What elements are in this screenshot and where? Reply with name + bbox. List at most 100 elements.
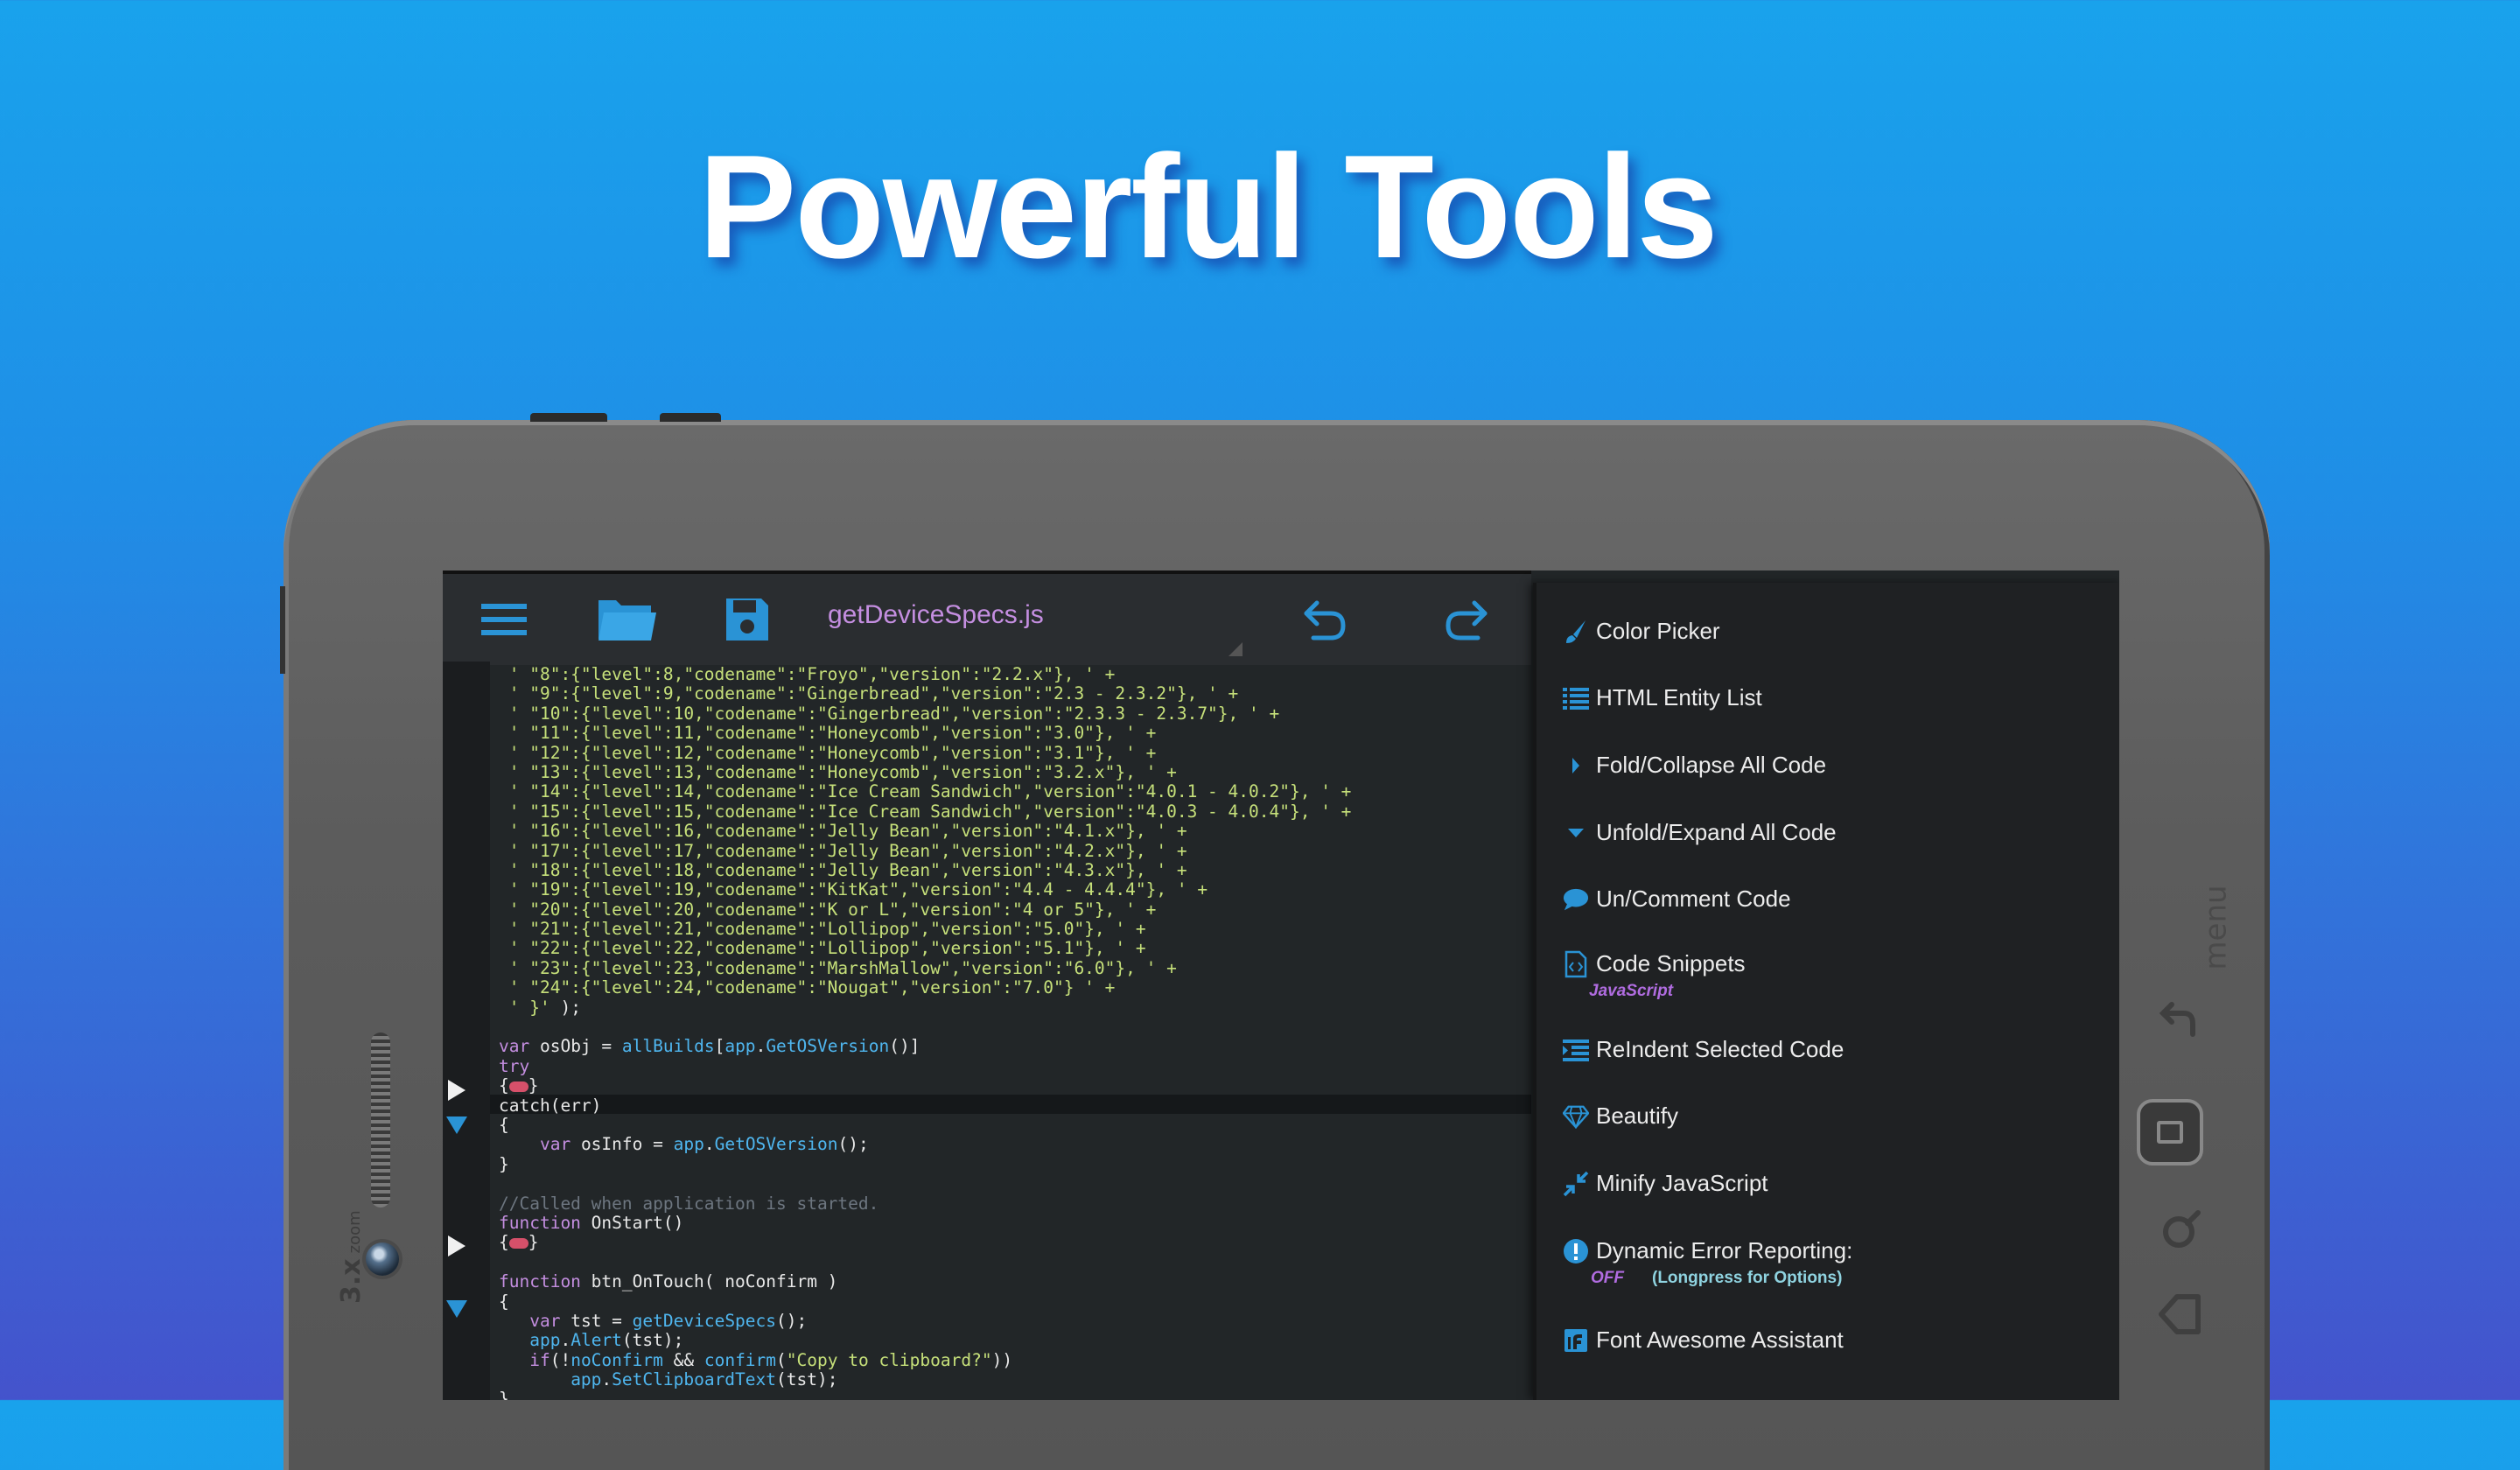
code-line: } [499,1154,1531,1174]
snippet-language-label: JavaScript [1589,982,1674,1000]
code-token: ' }' [499,997,561,1018]
menu-item-reindent-selected-code[interactable]: ReIndent Selected Code [1563,1036,1844,1063]
code-token: { [499,1114,509,1135]
info-circle-icon [1563,1238,1589,1264]
menu-item-label: Un/Comment Code [1596,886,1791,912]
code-token: ' "15":{"level":15,"codename":"Ice Cream… [499,801,1352,822]
save-icon[interactable] [723,592,772,648]
code-editor[interactable]: ' "8":{"level":8,"codename":"Froyo","ver… [499,664,1531,1400]
undo-icon[interactable] [1298,592,1351,648]
code-token: confirm [704,1349,777,1370]
code-token: app [673,1134,704,1155]
home-square-icon [2157,1121,2183,1144]
code-token: ); [560,997,581,1018]
editor-gutter [443,662,490,1400]
back-arrow-nav-icon[interactable] [2156,1290,2205,1339]
menu-item-code-snippets[interactable]: Code Snippets [1563,950,1746,977]
menu-item-un-comment-code[interactable]: Un/Comment Code [1563,886,1791,913]
longpress-hint: (Longpress for Options) [1652,1269,1843,1287]
dropdown-corner-icon [1228,642,1242,656]
code-token: "Copy to clipboard?" [786,1349,992,1370]
back-nav-icon[interactable] [2156,998,2200,1041]
code-token: { [499,1291,509,1312]
fold-expanded-icon[interactable] [444,1113,469,1138]
code-token: (); [776,1310,808,1331]
zoom-label: 3.x zoom [336,1210,367,1304]
hamburger-menu-icon[interactable] [478,592,530,648]
code-token: var [539,1134,571,1155]
code-token: ' "10":{"level":10,"codename":"Gingerbre… [499,703,1280,724]
folder-svg [598,600,656,640]
search-nav-icon[interactable] [2154,1208,2203,1256]
code-line: catch(err) [499,1096,1531,1116]
menu-item-html-entity-list[interactable]: HTML Entity List [1563,684,1762,711]
code-line: } [499,1390,1531,1400]
editor-toolbar: getDeviceSpecs.js [443,570,1531,665]
code-line: { [499,1114,1531,1135]
fold-collapsed-icon[interactable] [444,1078,469,1102]
redo-icon[interactable] [1440,592,1493,648]
menu-item-label: Font Awesome Assistant [1596,1326,1844,1353]
code-token: { [499,1075,509,1096]
hardware-menu-label[interactable]: menu [2199,885,2234,970]
code-token: function [499,1212,581,1233]
code-token: function [499,1271,581,1292]
menu-item-label: ReIndent Selected Code [1596,1036,1844,1062]
code-token: (tst); [776,1369,838,1390]
headline: Powerful Tools [698,124,1718,289]
code-token: (); [837,1134,869,1155]
menu-item-fold-collapse-all-code[interactable]: Fold/Collapse All Code [1563,752,1826,779]
fold-expanded-icon[interactable] [444,1297,469,1321]
menu-item-unfold-expand-all-code[interactable]: Unfold/Expand All Code [1563,819,1837,846]
volume-button [660,413,721,422]
code-line: ' "20":{"level":20,"codename":"K or L","… [499,900,1531,920]
undo-svg [1304,600,1346,640]
speaker-grille [371,1032,390,1208]
menu-item-minify-javascript[interactable]: Minify JavaScript [1563,1170,1768,1197]
code-line: ' "17":{"level":17,"codename":"Jelly Bea… [499,841,1531,861]
menu-item-label: Fold/Collapse All Code [1596,752,1827,778]
menu-item-label: Minify JavaScript [1596,1170,1768,1196]
home-nav-button[interactable] [2137,1099,2203,1166]
menu-item-color-picker[interactable]: Color Picker [1563,618,1720,645]
code-token: if [529,1349,550,1370]
code-token: app [570,1369,602,1390]
code-token: )) [991,1349,1013,1370]
code-token: && [662,1349,704,1370]
code-line: ' }' ); [499,998,1531,1018]
zoom-value: 3.x [336,1258,367,1304]
code-token: OnStart() [580,1212,684,1233]
code-token: (tst); [621,1330,684,1351]
code-token: ()] [889,1036,920,1057]
code-line: ' "10":{"level":10,"codename":"Gingerbre… [499,704,1531,724]
diamond-icon [1563,1103,1589,1130]
code-line: var osInfo = app.GetOSVersion(); [499,1135,1531,1154]
code-line: {} [499,1233,1531,1252]
code-token: } [528,1232,539,1253]
menu-item-dynamic-error-reporting[interactable]: Dynamic Error Reporting: [1563,1237,1852,1264]
code-line: ' "11":{"level":11,"codename":"Honeycomb… [499,723,1531,743]
menu-item-label: Beautify [1596,1102,1678,1129]
menu-item-label: Dynamic Error Reporting: [1596,1237,1853,1264]
folder-icon[interactable] [597,592,658,648]
caret-down-icon [1563,820,1589,846]
menu-item-select-all[interactable]: Select All [1563,570,1690,575]
menu-item-font-awesome-assistant[interactable]: Font Awesome Assistant [1563,1326,1844,1354]
menu-item-beautify[interactable]: Beautify [1563,1102,1678,1130]
code-token: var [529,1310,561,1331]
code-token: ' "22":{"level":22,"codename":"Lollipop"… [499,938,1146,959]
code-line: { [499,1292,1531,1312]
current-filename[interactable]: getDeviceSpecs.js [828,600,1044,630]
fold-collapsed-icon[interactable] [444,1234,469,1258]
code-token: app [724,1036,756,1057]
save-svg [726,598,768,640]
code-token: osInfo = [570,1134,674,1155]
code-line: ' "8":{"level":8,"codename":"Froyo","ver… [499,664,1531,684]
code-token: . [704,1134,715,1155]
error-reporting-status: OFF [1591,1269,1624,1287]
code-line: function btn_OnTouch( noConfirm ) [499,1271,1531,1292]
